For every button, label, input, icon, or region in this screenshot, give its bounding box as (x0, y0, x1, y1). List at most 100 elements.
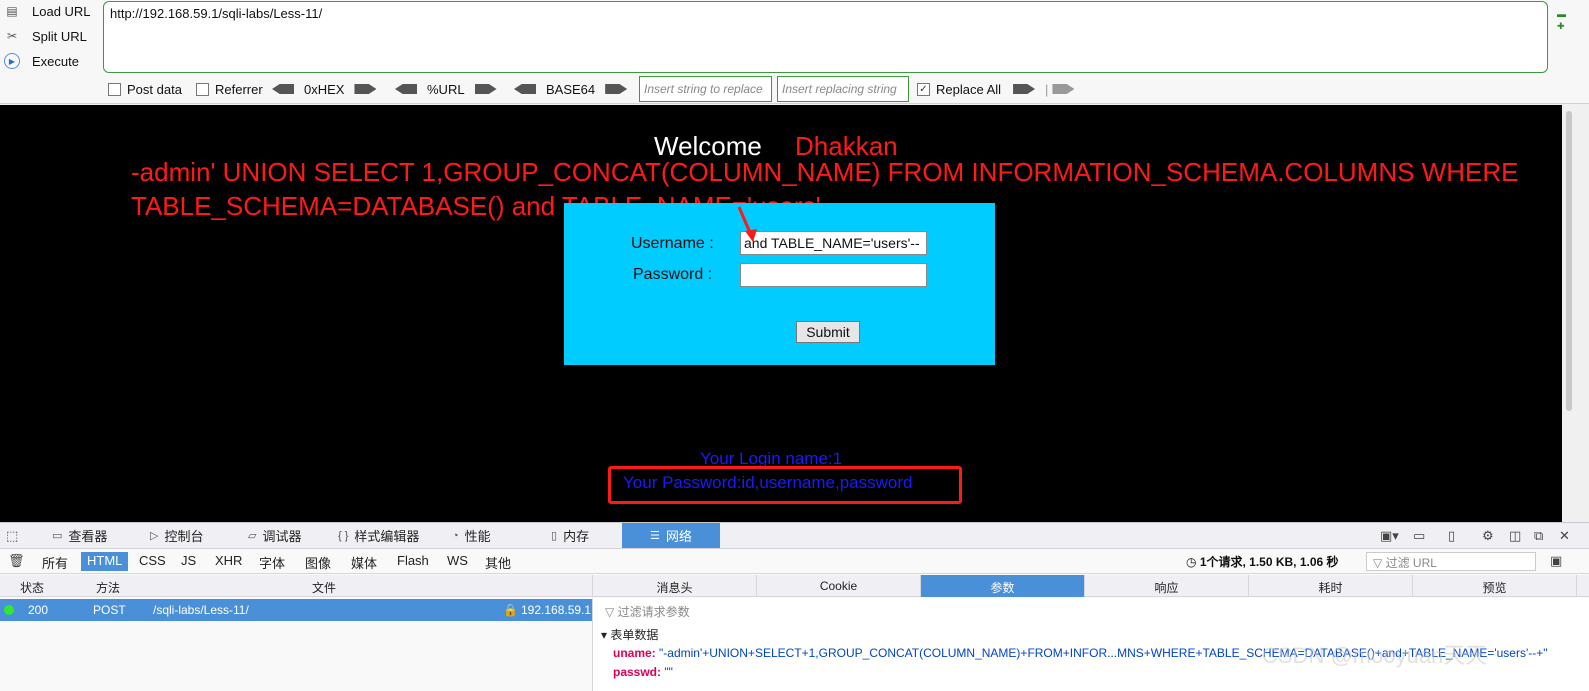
param-key: uname: (613, 646, 656, 660)
tab-style-editor[interactable]: { } 样式编辑器 (328, 523, 429, 548)
base64-encoder[interactable]: BASE64 (514, 78, 628, 100)
trash-icon[interactable]: 🗑 (8, 553, 25, 569)
arrow-right-icon[interactable] (605, 84, 628, 94)
filter-flash[interactable]: Flash (391, 552, 435, 571)
filter-other[interactable]: 其他 (479, 552, 517, 571)
injected-line-1: -admin' UNION SELECT 1,GROUP_CONCAT(COLU… (131, 157, 1519, 187)
filter-images[interactable]: 图像 (299, 552, 337, 571)
url-textarea[interactable]: http://192.168.59.1/sqli-labs/Less-11/ (103, 1, 1548, 73)
layout-icon[interactable]: ▣▾ (1380, 528, 1399, 544)
tab-preview[interactable]: 预览 (1413, 575, 1577, 597)
tab-inspector[interactable]: ▭ 查看器 (42, 523, 117, 548)
form-data-section[interactable]: ▾ 表单数据 (601, 626, 658, 643)
split-url-button[interactable]: ✂ Split URL (4, 25, 87, 47)
resize-handle-icon[interactable]: ▬ ✚ (1557, 8, 1566, 32)
panel-toggle-icon[interactable]: ▣ (1550, 553, 1562, 569)
arrow-right-icon[interactable] (1052, 84, 1075, 94)
execute-label: Execute (32, 53, 79, 69)
post-data-checkbox[interactable]: Post data (108, 78, 182, 100)
param-filter-input[interactable]: ▽ 过滤请求参数 (605, 603, 690, 620)
memory-icon: ▯ (551, 530, 558, 542)
username-input[interactable]: and TABLE_NAME='users'-- (740, 231, 927, 255)
param-key: passwd: (613, 665, 662, 679)
filter-fonts[interactable]: 字体 (253, 552, 291, 571)
console-icon: ▷ (150, 530, 159, 542)
request-domain: 192.168.59.1 (521, 603, 592, 617)
page-scrollbar[interactable] (1562, 105, 1589, 522)
filter-all[interactable]: 所有 (36, 552, 74, 571)
tab-timings[interactable]: 耗时 (1249, 575, 1413, 597)
network-filter-bar: 🗑 所有 HTML CSS JS XHR 字体 图像 媒体 Flash WS 其… (0, 549, 1589, 574)
scissors-icon: ✂ (6, 29, 18, 43)
arrow-left-icon[interactable] (272, 84, 294, 94)
password-input[interactable] (740, 263, 927, 287)
password-label: Password : (633, 266, 713, 283)
load-url-icon: ▤ (6, 4, 18, 18)
load-url-button[interactable]: ▤ Load URL (4, 0, 91, 22)
table-row[interactable]: 200 POST /sqli-labs/Less-11/ 🔒 192.168.5… (0, 599, 592, 621)
checkmark-icon: ✓ (917, 82, 930, 96)
tab-network[interactable]: ☰ 网络 (622, 523, 720, 548)
replacing-string-input[interactable]: Insert replacing string (777, 76, 909, 102)
arrow-right-icon[interactable] (474, 84, 497, 94)
request-status: 200 (28, 603, 49, 617)
filter-media[interactable]: 媒体 (345, 552, 383, 571)
post-data-label: Post data (127, 81, 182, 97)
request-file: /sqli-labs/Less-11/ (153, 603, 249, 617)
arrow-right-icon[interactable] (1013, 84, 1036, 94)
tab-console[interactable]: ▷ 控制台 (140, 523, 213, 548)
braces-icon: { } (338, 529, 349, 542)
status-dot-icon (4, 605, 14, 615)
close-icon[interactable]: ✕ (1559, 528, 1570, 544)
tab-headers[interactable]: 消息头 (593, 575, 757, 597)
tab-label: 调试器 (262, 529, 302, 544)
url-filter-placeholder: 过滤 URL (1385, 556, 1437, 570)
submit-button[interactable]: Submit (796, 321, 860, 343)
filter-ws[interactable]: WS (441, 552, 474, 571)
url-filter-input[interactable]: ▽ 过滤 URL (1366, 552, 1536, 571)
popout-icon[interactable]: ⧉ (1534, 528, 1543, 544)
execute-button[interactable]: ▶ Execute (4, 50, 79, 72)
responsive-icon[interactable]: ▯ (1448, 528, 1455, 544)
replace-all-label: Replace All (936, 81, 1002, 97)
referrer-checkbox[interactable]: Referrer (196, 78, 263, 100)
tab-performance[interactable]: ◔ 性能 (442, 523, 501, 548)
tab-response[interactable]: 响应 (1085, 575, 1249, 597)
watermark: CSDN @mooyuan天天 (1262, 643, 1488, 668)
devtools-toolbar: ⬚ ▭ 查看器 ▷ 控制台 ▱ 调试器 { } 样式编辑器 ◔ 性能 ▯ 内存 ☰ 网络 ▣▾… (0, 523, 1589, 549)
url-encode-label: %URL (427, 81, 465, 97)
form-data-label: 表单数据 (610, 628, 659, 642)
request-table-header: 状态 方法 文件 (0, 575, 592, 597)
gauge-icon: ◔ (452, 529, 459, 542)
tab-debugger[interactable]: ▱ 调试器 (238, 523, 311, 548)
tab-memory[interactable]: ▯ 内存 (541, 523, 599, 548)
tab-params[interactable]: 参数 (921, 575, 1085, 597)
arrow-left-icon[interactable] (514, 84, 536, 94)
filter-html[interactable]: HTML (81, 552, 129, 571)
url-encoder[interactable]: %URL (395, 78, 497, 100)
highlight-box (608, 466, 962, 504)
scrollbar-thumb[interactable] (1566, 111, 1572, 411)
clock-icon: ◷ (1186, 555, 1200, 569)
filter-js[interactable]: JS (175, 552, 202, 571)
console-split-icon[interactable]: ▭ (1413, 528, 1425, 544)
gear-icon[interactable]: ⚙ (1482, 528, 1494, 544)
hex-encoder[interactable]: 0xHEX (272, 78, 377, 100)
column-status[interactable]: 状态 (20, 579, 44, 596)
play-icon: ▶ (4, 53, 20, 69)
column-file[interactable]: 文件 (312, 579, 336, 596)
tab-cookie[interactable]: Cookie (757, 575, 921, 597)
pick-element-icon[interactable]: ⬚ (6, 528, 18, 544)
referrer-label: Referrer (215, 81, 263, 97)
arrow-left-icon[interactable] (395, 84, 417, 94)
arrow-right-icon[interactable] (354, 84, 377, 94)
dock-icon[interactable]: ◫ (1509, 528, 1521, 544)
filter-xhr[interactable]: XHR (209, 552, 248, 571)
load-url-label: Load URL (32, 3, 91, 19)
tab-label: 内存 (563, 529, 590, 544)
replace-string-input[interactable]: Insert string to replace (639, 76, 772, 102)
replace-all-checkbox[interactable]: ✓ Replace All | (917, 78, 1075, 100)
column-method[interactable]: 方法 (96, 579, 120, 596)
param-filter-placeholder: 过滤请求参数 (617, 605, 690, 619)
filter-css[interactable]: CSS (133, 552, 172, 571)
